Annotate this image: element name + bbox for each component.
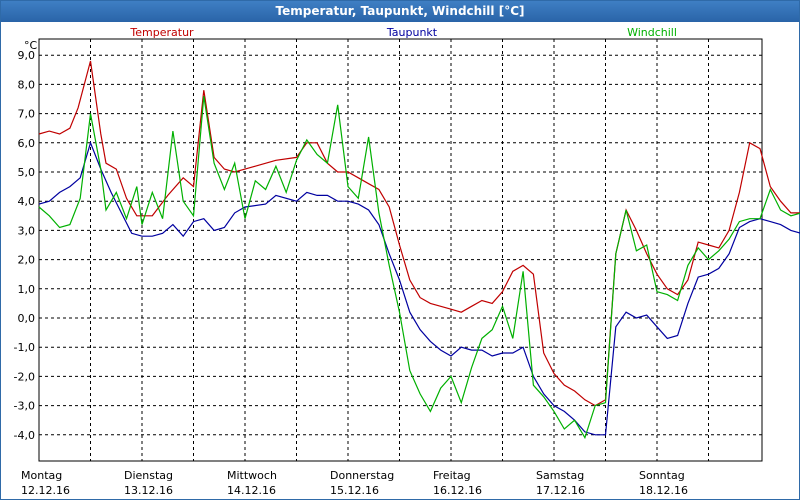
x-tick-date: 15.12.16: [330, 484, 379, 497]
x-tick-date: 14.12.16: [227, 484, 276, 497]
y-unit-label: °C: [24, 39, 38, 52]
x-tick-date: 12.12.16: [21, 484, 70, 497]
y-tick-label: 1,0: [18, 283, 36, 296]
y-tick-label: -1,0: [14, 341, 35, 354]
x-tick-date: 16.12.16: [433, 484, 482, 497]
y-axis: 9,08,07,06,05,04,03,02,01,00,0-1,0-2,0-3…: [14, 39, 38, 442]
y-tick-label: 3,0: [18, 224, 36, 237]
y-tick-label: 2,0: [18, 254, 36, 267]
chart-area: 9,08,07,06,05,04,03,02,01,00,0-1,0-2,0-3…: [14, 26, 800, 497]
y-tick-label: -2,0: [14, 370, 35, 383]
x-tick-day: Samstag: [536, 469, 584, 482]
y-tick-label: 7,0: [18, 108, 36, 121]
y-tick-label: 6,0: [18, 137, 36, 150]
x-tick-day: Dienstag: [124, 469, 173, 482]
x-tick-date: 17.12.16: [536, 484, 585, 497]
x-tick-day: Montag: [21, 469, 62, 482]
x-tick-day: Donnerstag: [330, 469, 394, 482]
legend: Temperatur Taupunkt Windchill: [129, 26, 677, 39]
x-tick-day: Mittwoch: [227, 469, 277, 482]
x-tick-day: Sonntag: [639, 469, 685, 482]
y-tick-label: 5,0: [18, 166, 36, 179]
y-tick-label: 8,0: [18, 78, 36, 91]
x-tick-day: Freitag: [433, 469, 471, 482]
x-tick-date: 13.12.16: [124, 484, 173, 497]
x-axis: Montag 12.12.16 Dienstag 13.12.16 Mittwoch 14…: [21, 469, 688, 497]
legend-entry-temperatur: Temperatur: [129, 26, 194, 39]
y-tick-label: -3,0: [14, 400, 35, 413]
legend-entry-taupunkt: Taupunkt: [386, 26, 438, 39]
y-tick-label: -4,0: [14, 429, 35, 442]
y-tick-label: 4,0: [18, 195, 36, 208]
x-tick-date: 18.12.16: [639, 484, 688, 497]
legend-entry-windchill: Windchill: [627, 26, 677, 39]
y-tick-label: 0,0: [18, 312, 36, 325]
